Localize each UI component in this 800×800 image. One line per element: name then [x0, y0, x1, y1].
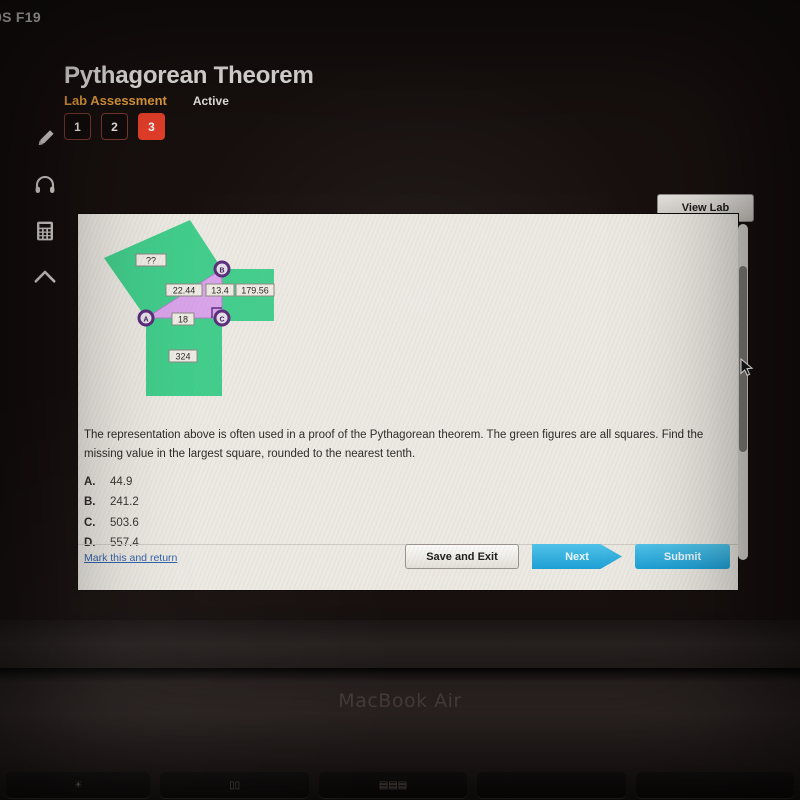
pythagorean-diagram: ?? 22.44 13.4 179.56 18 324 A B C — [78, 214, 438, 396]
tab-question-1[interactable]: 1 — [64, 113, 91, 140]
svg-text:179.56: 179.56 — [241, 286, 269, 296]
choice-c[interactable]: C. 503.6 — [84, 513, 384, 533]
mouse-cursor-icon — [740, 357, 754, 383]
action-buttons[interactable]: Save and Exit Next Submit — [405, 544, 730, 569]
calculator-icon[interactable] — [28, 208, 62, 254]
blank-key-1[interactable] — [477, 772, 626, 798]
answer-choices[interactable]: A. 44.9 B. 241.2 C. 503.6 — [84, 472, 384, 554]
choice-b-letter: B. — [84, 496, 96, 509]
photo-of-laptop-screen: 0S F19 Pythagorean Theorem Lab Assessmen… — [0, 0, 800, 800]
choice-b-value: 241.2 — [110, 496, 139, 509]
screen-content: 0S F19 Pythagorean Theorem Lab Assessmen… — [0, 0, 800, 620]
question-tabs[interactable]: 1 2 3 — [64, 113, 165, 140]
keyboard-function-row[interactable]: ☀ ▯▯ ▤▤▤ — [0, 772, 800, 800]
arrow-up-icon[interactable] — [28, 254, 62, 300]
status-badge: Active — [192, 94, 229, 108]
choice-b[interactable]: B. 241.2 — [84, 492, 384, 512]
mark-and-return-link[interactable]: Mark this and return — [84, 552, 177, 564]
hinge-shadow — [0, 668, 800, 682]
assessment-category: Lab Assessment — [64, 93, 167, 108]
page-title: Pythagorean Theorem — [64, 62, 314, 89]
choice-a[interactable]: A. 44.9 — [84, 472, 384, 492]
svg-text:C: C — [219, 317, 224, 324]
laptop-screen: 0S F19 Pythagorean Theorem Lab Assessmen… — [0, 0, 800, 680]
svg-text:18: 18 — [178, 315, 188, 325]
submit-button[interactable]: Submit — [635, 544, 730, 569]
header-subline: Lab Assessment Active — [64, 93, 229, 108]
next-button[interactable]: Next — [532, 544, 622, 569]
question-text: The representation above is often used i… — [84, 429, 704, 460]
headphones-icon[interactable] — [28, 162, 62, 208]
svg-text:22.44: 22.44 — [173, 286, 196, 296]
choice-a-value: 44.9 — [110, 476, 133, 488]
choice-c-value: 503.6 — [110, 516, 139, 529]
assessment-app: Pythagorean Theorem Lab Assessment Activ… — [0, 28, 800, 613]
brightness-key[interactable]: ☀ — [6, 772, 151, 798]
svg-text:B: B — [219, 268, 224, 275]
svg-text:13.4: 13.4 — [211, 286, 229, 296]
os-status-text: 0S F19 — [0, 9, 41, 25]
mission-control-key[interactable]: ▯▯ — [160, 772, 309, 798]
tool-sidebar[interactable] — [28, 116, 62, 300]
launchpad-key[interactable]: ▤▤▤ — [318, 772, 468, 798]
svg-text:??: ?? — [146, 256, 156, 266]
tab-question-3[interactable]: 3 — [138, 113, 165, 140]
blank-key-2[interactable] — [635, 772, 794, 798]
choice-c-letter: C. — [84, 516, 96, 529]
device-label: MacBook Air — [338, 690, 462, 712]
save-and-exit-button[interactable]: Save and Exit — [405, 544, 519, 569]
choice-a-letter: A. — [84, 476, 96, 488]
highlighter-icon[interactable] — [28, 116, 62, 162]
tab-question-2[interactable]: 2 — [101, 113, 128, 140]
svg-text:A: A — [143, 317, 148, 324]
svg-text:324: 324 — [175, 352, 190, 362]
question-card: ?? 22.44 13.4 179.56 18 324 A B C The re… — [78, 214, 738, 590]
